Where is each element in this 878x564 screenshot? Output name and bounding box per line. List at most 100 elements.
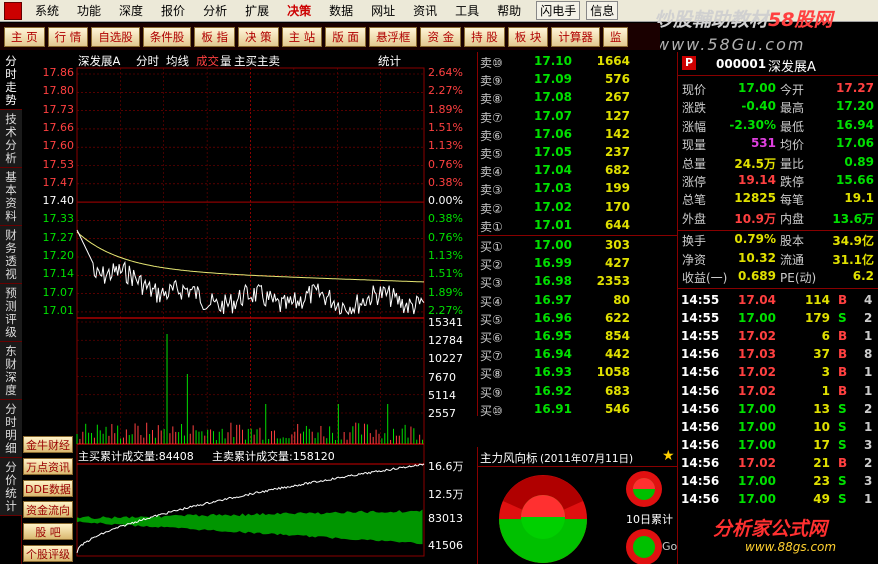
cumulative-area — [77, 509, 423, 545]
level-price: 17.01 — [534, 217, 572, 232]
menu-item-10[interactable]: 工具 — [446, 2, 488, 19]
toolbar-button-7[interactable]: 版 面 — [325, 26, 366, 47]
info-button[interactable]: 信息 — [586, 1, 619, 20]
mode-avg-tab[interactable]: 均线 — [166, 53, 189, 69]
tick-row[interactable]: 14:56 17.00 10 S 1 — [678, 419, 878, 437]
ask-row[interactable]: 卖② 17.02 170 — [478, 199, 678, 217]
tick-row[interactable]: 14:56 17.00 49 S 1 — [678, 491, 878, 509]
quote-value: 16.94 — [836, 117, 874, 132]
star-icon[interactable]: ★ — [662, 448, 675, 464]
toolbar-button-12[interactable]: 计算器 — [551, 26, 600, 47]
tick-row[interactable]: 14:56 17.02 3 B 1 — [678, 364, 878, 382]
toolbar-button-9[interactable]: 资 金 — [420, 26, 462, 47]
mode-buy-sell-tab[interactable]: 主买主卖 — [234, 53, 280, 69]
tick-volume: 6 — [821, 329, 830, 344]
level-volume: 683 — [604, 383, 630, 398]
menu-item-9[interactable]: 资讯 — [404, 2, 446, 19]
toolbar-button-2[interactable]: 自选股 — [91, 26, 140, 47]
tick-row[interactable]: 14:56 17.00 23 S 3 — [678, 473, 878, 491]
tick-count: 8 — [864, 347, 873, 362]
level-volume: 303 — [604, 238, 630, 252]
menu-item-11[interactable]: 帮助 — [488, 2, 530, 19]
pct-axis-label: 0.00% — [428, 194, 463, 208]
level-label: 卖⑧ — [480, 92, 503, 107]
tick-row[interactable]: 14:55 17.02 6 B 1 — [678, 328, 878, 346]
quote-value: 0.689 — [738, 269, 776, 283]
ask-row[interactable]: 卖⑦ 17.07 127 — [478, 108, 678, 126]
mode-volume-tab[interactable]: 成交 — [196, 53, 219, 69]
side-button-4[interactable]: 股 吧 — [23, 523, 73, 540]
tick-row[interactable]: 14:55 17.00 179 S 2 — [678, 310, 878, 328]
toolbar-button-11[interactable]: 板 块 — [507, 26, 549, 47]
left-tab-7[interactable]: 分价统计 — [0, 458, 22, 516]
bid-row[interactable]: 买⑥ 16.95 854 — [478, 328, 678, 346]
bid-row[interactable]: 买④ 16.97 80 — [478, 292, 678, 310]
menu-item-4[interactable]: 分析 — [194, 2, 236, 19]
menu-item-2[interactable]: 深度 — [110, 2, 152, 19]
volume-axis-label: 2557 — [428, 407, 456, 420]
side-button-3[interactable]: 资金流向 — [23, 501, 73, 518]
level-label: 卖⑥ — [480, 128, 503, 143]
ask-row[interactable]: 卖⑤ 17.05 237 — [478, 144, 678, 162]
mode-time-tab[interactable]: 分时 — [136, 53, 159, 69]
ask-row[interactable]: 卖⑨ 17.09 576 — [478, 71, 678, 89]
left-tab-2[interactable]: 基本资料 — [0, 168, 22, 226]
toolbar-button-13[interactable]: 监 — [602, 26, 629, 47]
ask-row[interactable]: 卖⑩ 17.10 1664 — [478, 53, 678, 71]
menu-item-5[interactable]: 扩展 — [236, 2, 278, 19]
quote-panel: P 000001 深发展A 现价 17.00 今开 17.27 涨跌 -0.40 最高 17.… — [677, 52, 878, 564]
toolbar-button-6[interactable]: 主 站 — [281, 26, 323, 47]
bid-row[interactable]: 买⑤ 16.96 622 — [478, 310, 678, 328]
toolbar-button-8[interactable]: 悬浮框 — [368, 26, 418, 47]
bid-row[interactable]: 买① 17.00 303 — [478, 237, 678, 255]
side-button-5[interactable]: 个股评级 — [23, 545, 73, 562]
bid-row[interactable]: 买③ 16.98 2353 — [478, 273, 678, 291]
left-tab-4[interactable]: 预测评级 — [0, 284, 22, 342]
level-label: 卖⑨ — [480, 74, 503, 89]
ask-row[interactable]: 卖③ 17.03 199 — [478, 180, 678, 198]
menu-item-3[interactable]: 报价 — [152, 2, 194, 19]
bid-row[interactable]: 买⑦ 16.94 442 — [478, 346, 678, 364]
toolbar-button-0[interactable]: 主 页 — [4, 26, 45, 47]
tick-row[interactable]: 14:56 17.00 17 S 3 — [678, 437, 878, 455]
ask-row[interactable]: 卖① 17.01 644 — [478, 217, 678, 235]
flash-trade-button[interactable]: 闪电手 — [536, 1, 581, 20]
level-volume: 442 — [604, 347, 630, 362]
toolbar-button-3[interactable]: 条件股 — [142, 26, 192, 47]
tick-row[interactable]: 14:56 17.02 21 B 2 — [678, 455, 878, 473]
menu-item-0[interactable]: 系统 — [26, 2, 68, 19]
side-button-1[interactable]: 万点资讯 — [23, 458, 73, 475]
tick-row[interactable]: 14:56 17.03 37 B 8 — [678, 346, 878, 364]
level-price: 17.06 — [534, 126, 572, 141]
left-tab-3[interactable]: 财务透视 — [0, 226, 22, 284]
left-tab-6[interactable]: 分时明细 — [0, 400, 22, 458]
ask-row[interactable]: 卖⑧ 17.08 267 — [478, 89, 678, 107]
menu-item-6[interactable]: 决策 — [278, 2, 320, 19]
left-tab-5[interactable]: 东财深度 — [0, 342, 22, 400]
ask-row[interactable]: 卖④ 17.04 682 — [478, 162, 678, 180]
toolbar-button-5[interactable]: 决 策 — [237, 26, 279, 47]
stats-button[interactable]: 统计 — [378, 53, 401, 69]
left-tab-0[interactable]: 分时走势 — [0, 52, 22, 110]
bid-row[interactable]: 买② 16.99 427 — [478, 255, 678, 273]
side-button-2[interactable]: DDE数据 — [23, 480, 73, 497]
toolbar-button-10[interactable]: 持 股 — [464, 26, 505, 47]
toolbar-button-4[interactable]: 板 指 — [194, 26, 235, 47]
quote-row: 涨跌 -0.40 最高 17.20 — [678, 98, 878, 116]
menu-item-1[interactable]: 功能 — [68, 2, 110, 19]
tick-price: 17.00 — [738, 437, 776, 452]
side-button-0[interactable]: 金牛财经 — [23, 436, 73, 453]
tick-row[interactable]: 14:56 17.02 1 B 1 — [678, 383, 878, 401]
tick-row[interactable]: 14:55 17.04 114 B 4 — [678, 292, 878, 310]
menu-item-7[interactable]: 数据 — [320, 2, 362, 19]
level-price: 17.04 — [534, 163, 572, 178]
bid-row[interactable]: 买⑩ 16.91 546 — [478, 401, 678, 419]
tick-time: 14:55 — [681, 293, 720, 307]
menu-item-8[interactable]: 网址 — [362, 2, 404, 19]
left-tab-1[interactable]: 技术分析 — [0, 110, 22, 168]
ask-row[interactable]: 卖⑥ 17.06 142 — [478, 126, 678, 144]
bid-row[interactable]: 买⑧ 16.93 1058 — [478, 364, 678, 382]
bid-row[interactable]: 买⑨ 16.92 683 — [478, 383, 678, 401]
toolbar-button-1[interactable]: 行 情 — [47, 26, 89, 47]
tick-row[interactable]: 14:56 17.00 13 S 2 — [678, 401, 878, 419]
